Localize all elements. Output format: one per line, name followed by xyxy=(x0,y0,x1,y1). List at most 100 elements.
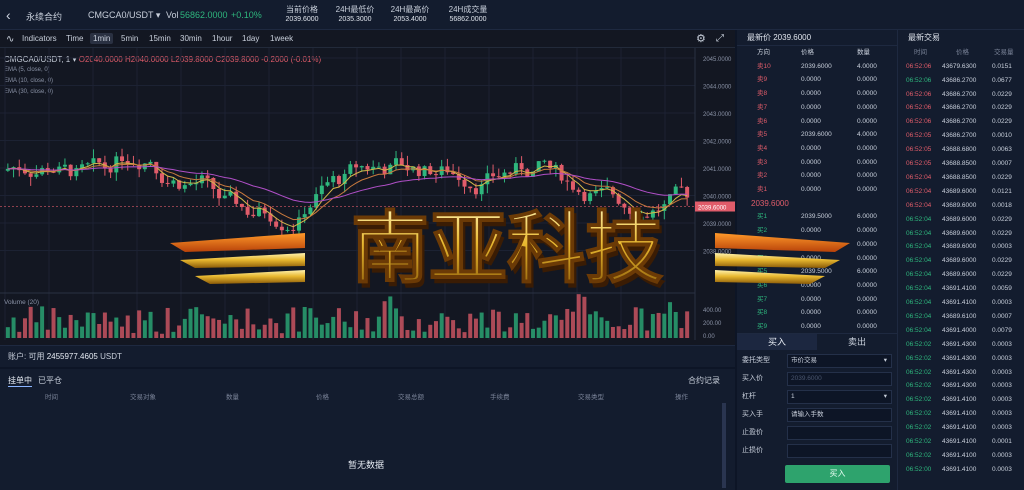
interval-1day[interactable]: 1day xyxy=(242,34,259,43)
volume-bar xyxy=(593,311,598,338)
volume-bar xyxy=(405,329,410,338)
interval-1hour[interactable]: 1hour xyxy=(212,34,232,43)
price-input[interactable]: 2039.6000 xyxy=(787,372,892,386)
volume-bar xyxy=(388,296,393,338)
orderbook-header[interactable]: 方向 价格 数量 xyxy=(737,46,897,60)
quantity-input[interactable]: 请输入手数 xyxy=(787,408,892,422)
ask-row[interactable]: 卖5 2039.6000 4.0000 xyxy=(737,128,897,142)
interval-1min[interactable]: 1min xyxy=(90,33,114,44)
candle-body xyxy=(182,185,187,189)
candle-body xyxy=(496,176,501,178)
volume-bar xyxy=(91,313,96,338)
interval-15min[interactable]: 15min xyxy=(149,34,171,43)
candle-body xyxy=(416,166,421,177)
ask-row[interactable]: 卖9 0.0000 0.0000 xyxy=(737,73,897,87)
contract-type[interactable]: 永续合约 xyxy=(26,10,62,23)
gear-icon[interactable]: ⚙ xyxy=(696,32,706,45)
volume-bar xyxy=(531,328,536,338)
tab-sell[interactable]: 卖出 xyxy=(817,334,897,350)
candle-body xyxy=(148,161,153,164)
candle-body xyxy=(217,189,222,199)
cell: 0.0000 xyxy=(801,117,821,125)
tab-pending[interactable]: 挂单中 xyxy=(8,375,32,387)
ask-row[interactable]: 卖10 2039.6000 4.0000 xyxy=(737,60,897,74)
cell: 43686.2700 xyxy=(942,76,977,84)
volume-bar xyxy=(610,326,615,338)
cell: 卖3 xyxy=(757,158,768,166)
volume-bar xyxy=(274,323,279,338)
volume-bar xyxy=(262,324,267,338)
cell: 卖8 xyxy=(757,90,768,98)
cell: 0.0000 xyxy=(857,144,877,152)
volume-bar xyxy=(57,317,62,338)
cell: 0.0000 xyxy=(857,309,877,317)
ask-row[interactable]: 卖6 0.0000 0.0000 xyxy=(737,115,897,129)
ask-row[interactable]: 卖3 0.0000 0.0000 xyxy=(737,156,897,170)
ask-row[interactable]: 卖2 0.0000 0.0000 xyxy=(737,169,897,183)
take-profit-input[interactable] xyxy=(787,426,892,440)
order-type-select[interactable]: 市价交易 ▾ xyxy=(787,354,892,368)
candle-body xyxy=(359,166,364,168)
contract-history-link[interactable]: 合约记录 xyxy=(688,375,720,386)
cell: 43691.4300 xyxy=(942,382,977,390)
take-profit-label: 止盈价 xyxy=(742,429,763,436)
volume-bar xyxy=(365,318,370,338)
candle-body xyxy=(85,163,90,165)
cell: 0.0000 xyxy=(801,90,821,98)
candle-body xyxy=(28,173,33,177)
col-quantity: 数量 xyxy=(226,394,239,401)
volume-bar xyxy=(645,330,650,338)
fullscreen-icon[interactable]: ⤢ xyxy=(716,33,724,44)
pair-selector[interactable]: CMGCA0/USDT ▾ xyxy=(88,10,160,21)
tab-buy[interactable]: 买入 xyxy=(737,334,817,350)
indicators-button[interactable]: Indicators xyxy=(22,34,57,43)
trade-row: 06:52:00 43691.4100 0.0003 xyxy=(898,463,1024,477)
tab-closed[interactable]: 已平仓 xyxy=(38,375,62,386)
cell: 0.0000 xyxy=(857,281,877,289)
leverage-select[interactable]: 1 ▾ xyxy=(787,390,892,404)
candle-body xyxy=(348,164,353,174)
trade-row: 06:52:02 43691.4300 0.0003 xyxy=(898,366,1024,380)
col-price: 价格 xyxy=(316,394,329,401)
stop-loss-input[interactable] xyxy=(787,444,892,458)
trade-row: 06:52:04 43691.4100 0.0003 xyxy=(898,296,1024,310)
buy-button[interactable]: 买入 xyxy=(785,465,890,483)
cell: 0.0003 xyxy=(992,299,1012,306)
bid-row[interactable]: 买9 0.0000 0.0000 xyxy=(737,320,897,334)
trade-row: 06:52:02 43691.4300 0.0003 xyxy=(898,352,1024,366)
cell: 卖5 xyxy=(757,131,768,139)
col-time: 时间 xyxy=(45,394,58,401)
candle-body xyxy=(542,160,547,162)
volume-bar xyxy=(188,308,193,338)
volume-bar xyxy=(120,326,125,338)
ask-row[interactable]: 卖4 0.0000 0.0000 xyxy=(737,142,897,156)
cell: 06:52:05 xyxy=(906,132,932,140)
scrollbar[interactable] xyxy=(722,403,726,488)
volume-bar xyxy=(182,318,187,338)
volume-bar xyxy=(496,311,501,338)
cell: 0.0000 xyxy=(857,158,877,166)
cell: 4.0000 xyxy=(857,62,877,70)
ask-row[interactable]: 卖7 0.0000 0.0000 xyxy=(737,101,897,115)
ask-row[interactable]: 卖1 0.0000 0.0000 xyxy=(737,183,897,197)
ask-row[interactable]: 卖8 0.0000 0.0000 xyxy=(737,87,897,101)
trade-row: 06:52:04 43691.4000 0.0079 xyxy=(898,324,1024,338)
wing-left xyxy=(170,233,305,284)
bid-row[interactable]: 买8 0.0000 0.0000 xyxy=(737,306,897,320)
col-fee: 手续费 xyxy=(490,394,510,401)
trade-row: 06:52:02 43691.4100 0.0003 xyxy=(898,407,1024,421)
cell: 2039.6000 xyxy=(801,131,832,139)
interval-time[interactable]: Time xyxy=(66,34,83,43)
volume-bar xyxy=(302,306,307,338)
cell: 0.0063 xyxy=(992,146,1012,154)
interval-1week[interactable]: 1week xyxy=(270,34,293,43)
empty-message: 暂无数据 xyxy=(348,460,385,470)
cell: 06:52:04 xyxy=(906,201,932,209)
back-icon[interactable]: ‹ xyxy=(6,7,11,23)
order-type-row: 委托类型 市价交易 ▾ xyxy=(742,353,892,369)
cell: 06:52:02 xyxy=(906,354,932,362)
interval-5min[interactable]: 5min xyxy=(121,34,138,43)
candle-body xyxy=(565,180,570,182)
cell: 43686.2700 xyxy=(942,104,977,112)
interval-30min[interactable]: 30min xyxy=(180,34,202,43)
